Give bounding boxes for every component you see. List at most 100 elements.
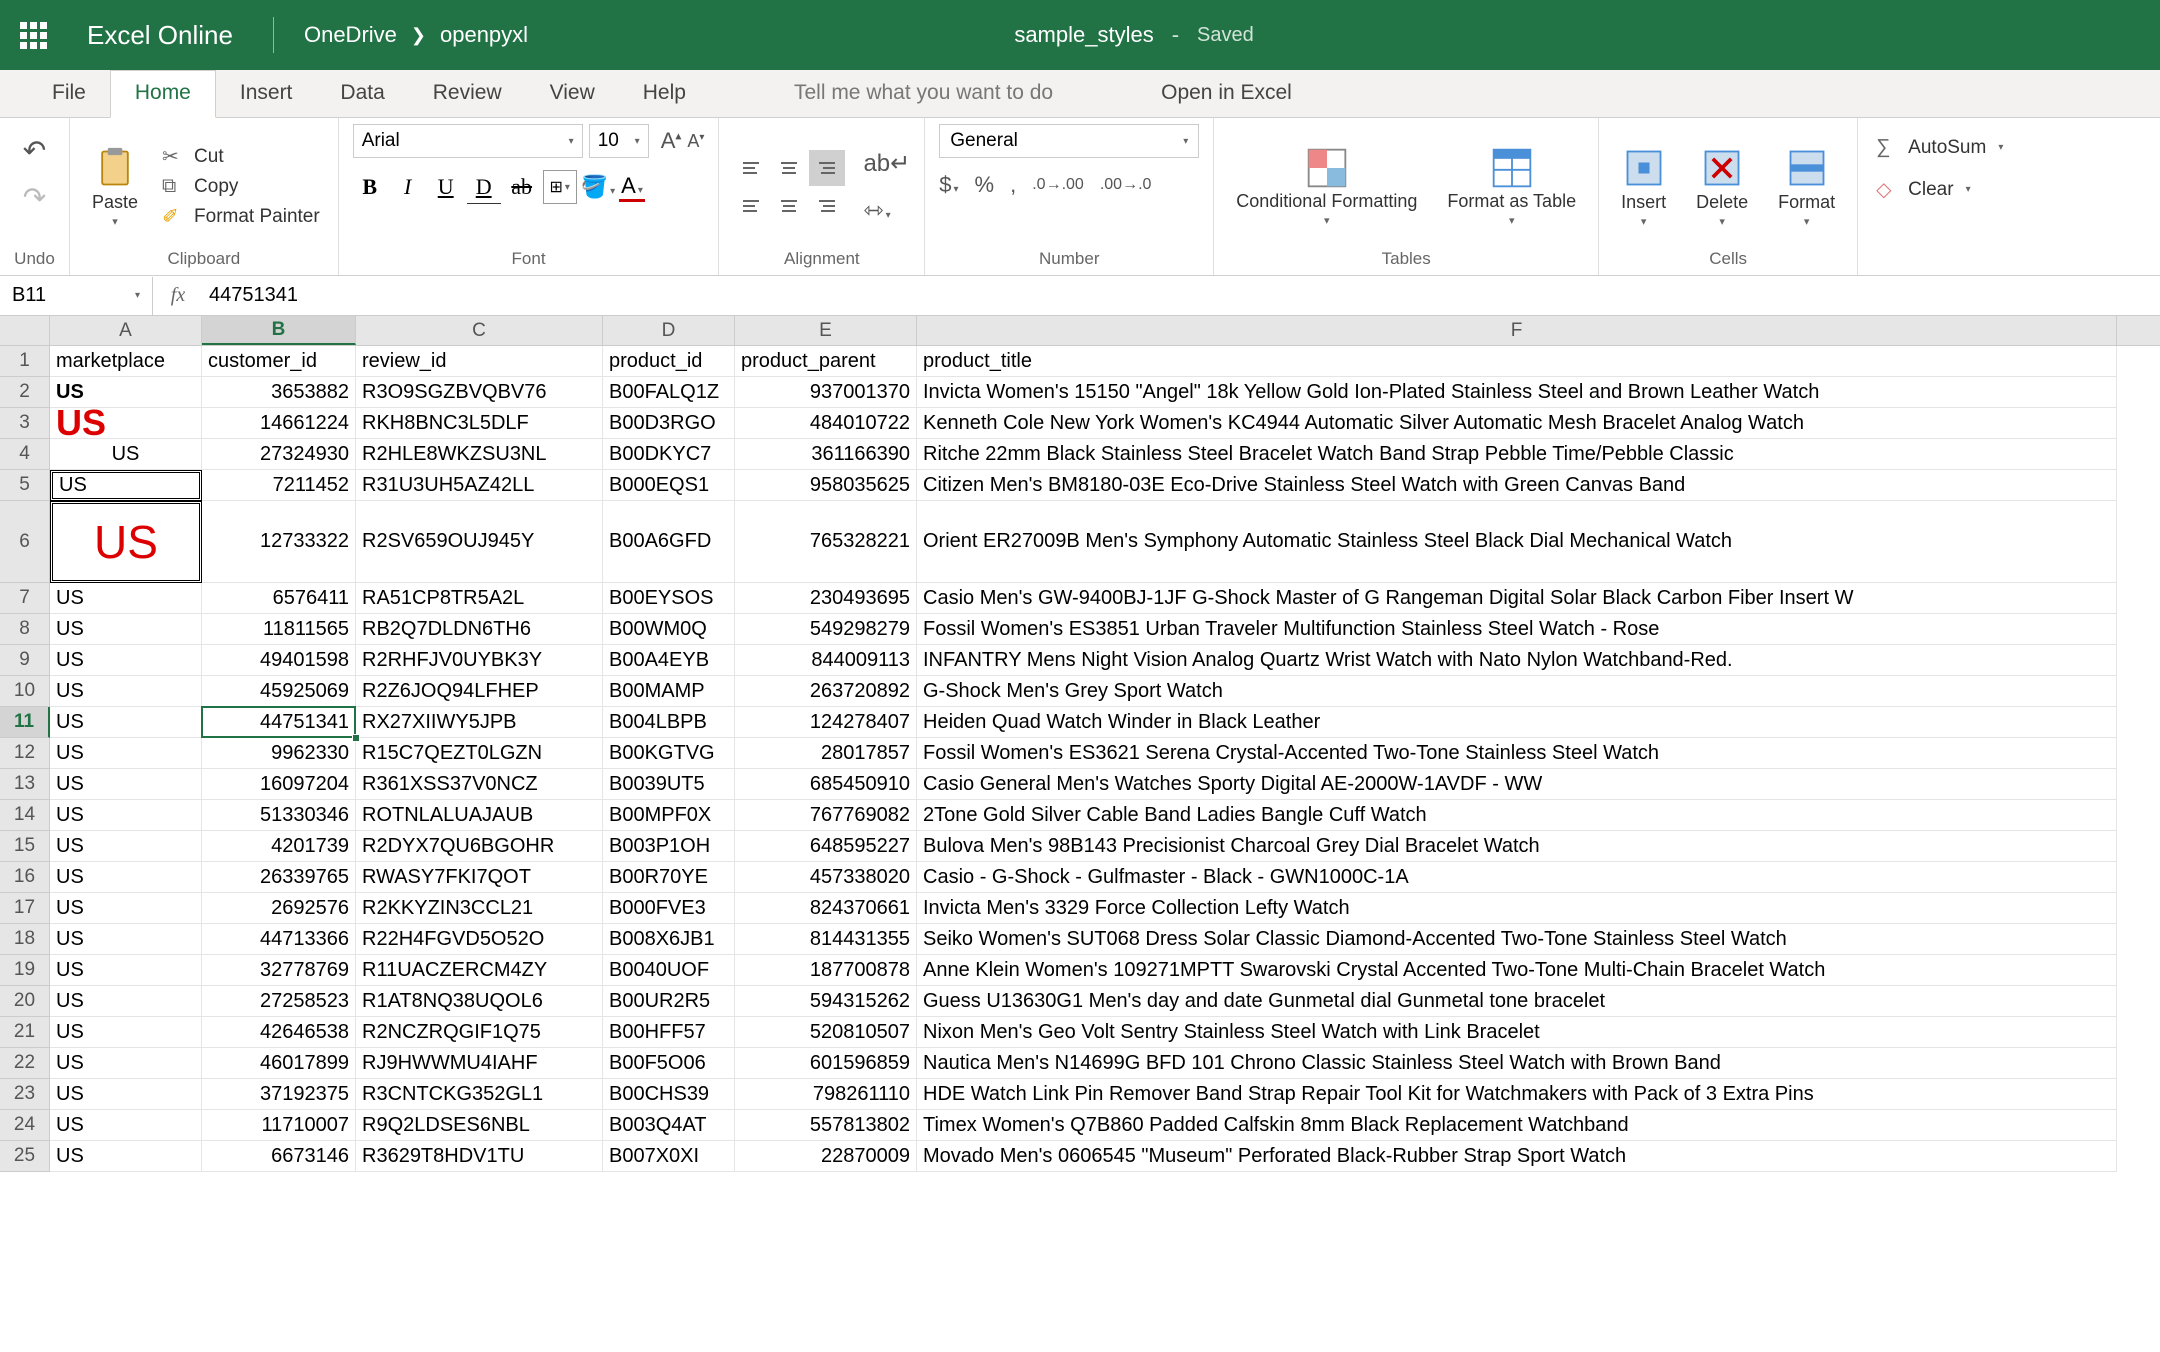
spreadsheet-grid[interactable]: ABCDEF 1marketplacecustomer_idreview_idp… <box>0 316 2160 1172</box>
cell-E21[interactable]: 520810507 <box>735 1017 917 1048</box>
cell-D16[interactable]: B00R70YE <box>603 862 735 893</box>
cell-E17[interactable]: 824370661 <box>735 893 917 924</box>
cell-C5[interactable]: R31U3UH5AZ42LL <box>356 470 603 501</box>
underline-button[interactable]: U <box>429 170 463 204</box>
cell-B21[interactable]: 42646538 <box>202 1017 356 1048</box>
cell-C2[interactable]: R3O9SGZBVQBV76 <box>356 377 603 408</box>
cell-B19[interactable]: 32778769 <box>202 955 356 986</box>
align-top-center[interactable] <box>771 150 807 186</box>
font-size-select[interactable]: 10▾ <box>589 124 649 158</box>
cell-B12[interactable]: 9962330 <box>202 738 356 769</box>
row-header-23[interactable]: 23 <box>0 1079 50 1110</box>
row-header-10[interactable]: 10 <box>0 676 50 707</box>
col-header-C[interactable]: C <box>356 316 603 345</box>
cell-D8[interactable]: B00WM0Q <box>603 614 735 645</box>
cell-E24[interactable]: 557813802 <box>735 1110 917 1141</box>
cell-D19[interactable]: B0040UOF <box>603 955 735 986</box>
currency-button[interactable]: $▾ <box>939 172 958 198</box>
tab-data[interactable]: Data <box>316 71 408 117</box>
cell-E18[interactable]: 814431355 <box>735 924 917 955</box>
row-header-1[interactable]: 1 <box>0 346 50 377</box>
cell-E10[interactable]: 263720892 <box>735 676 917 707</box>
decrease-decimal-button[interactable]: .00→.0 <box>1100 176 1152 194</box>
align-bottom-left[interactable] <box>733 188 769 224</box>
percent-button[interactable]: % <box>975 172 995 198</box>
cell-F12[interactable]: Fossil Women's ES3621 Serena Crystal-Acc… <box>917 738 2117 769</box>
cell-C24[interactable]: R9Q2LDSES6NBL <box>356 1110 603 1141</box>
cell-A15[interactable]: US <box>50 831 202 862</box>
cell-C23[interactable]: R3CNTCKG352GL1 <box>356 1079 603 1110</box>
cell-A12[interactable]: US <box>50 738 202 769</box>
cell-C7[interactable]: RA51CP8TR5A2L <box>356 583 603 614</box>
wrap-text-button[interactable]: ab↵ <box>863 149 910 178</box>
decrease-font-button[interactable]: A▾ <box>687 131 704 152</box>
cell-E23[interactable]: 798261110 <box>735 1079 917 1110</box>
redo-button[interactable]: ↷ <box>23 181 46 214</box>
cell-F1[interactable]: product_title <box>917 346 2117 377</box>
cell-F15[interactable]: Bulova Men's 98B143 Precisionist Charcoa… <box>917 831 2117 862</box>
fx-icon[interactable]: fx <box>153 284 203 307</box>
cell-F8[interactable]: Fossil Women's ES3851 Urban Traveler Mul… <box>917 614 2117 645</box>
cell-C20[interactable]: R1AT8NQ38UQOL6 <box>356 986 603 1017</box>
cell-B18[interactable]: 44713366 <box>202 924 356 955</box>
cell-D7[interactable]: B00EYSOS <box>603 583 735 614</box>
open-in-excel[interactable]: Open in Excel <box>1137 71 1316 117</box>
col-header-E[interactable]: E <box>735 316 917 345</box>
font-color-button[interactable]: A▾ <box>619 173 645 202</box>
cell-D11[interactable]: B004LBPB <box>603 707 735 738</box>
row-header-24[interactable]: 24 <box>0 1110 50 1141</box>
row-header-19[interactable]: 19 <box>0 955 50 986</box>
cell-D13[interactable]: B0039UT5 <box>603 769 735 800</box>
cell-A3[interactable]: US <box>50 408 202 439</box>
cell-A18[interactable]: US <box>50 924 202 955</box>
cell-F18[interactable]: Seiko Women's SUT068 Dress Solar Classic… <box>917 924 2117 955</box>
cell-E14[interactable]: 767769082 <box>735 800 917 831</box>
tab-insert[interactable]: Insert <box>216 71 317 117</box>
name-box[interactable]: B11▾ <box>0 277 153 315</box>
paste-button[interactable]: Paste ▾ <box>84 142 146 232</box>
row-header-9[interactable]: 9 <box>0 645 50 676</box>
cell-E22[interactable]: 601596859 <box>735 1048 917 1079</box>
cell-E19[interactable]: 187700878 <box>735 955 917 986</box>
cell-D1[interactable]: product_id <box>603 346 735 377</box>
cell-B16[interactable]: 26339765 <box>202 862 356 893</box>
autosum-button[interactable]: ∑AutoSum▾ <box>1872 134 2007 161</box>
cell-B22[interactable]: 46017899 <box>202 1048 356 1079</box>
cell-D5[interactable]: B000EQS1 <box>603 470 735 501</box>
cell-B23[interactable]: 37192375 <box>202 1079 356 1110</box>
cell-C4[interactable]: R2HLE8WKZSU3NL <box>356 439 603 470</box>
cell-E7[interactable]: 230493695 <box>735 583 917 614</box>
cell-E13[interactable]: 685450910 <box>735 769 917 800</box>
cell-A20[interactable]: US <box>50 986 202 1017</box>
cell-E8[interactable]: 549298279 <box>735 614 917 645</box>
cell-E4[interactable]: 361166390 <box>735 439 917 470</box>
cell-E9[interactable]: 844009113 <box>735 645 917 676</box>
cell-A8[interactable]: US <box>50 614 202 645</box>
cell-B24[interactable]: 11710007 <box>202 1110 356 1141</box>
cell-D21[interactable]: B00HFF57 <box>603 1017 735 1048</box>
row-header-11[interactable]: 11 <box>0 707 50 738</box>
format-painter-button[interactable]: ✐Format Painter <box>158 202 324 231</box>
align-bottom-right[interactable] <box>809 188 845 224</box>
cell-C15[interactable]: R2DYX7QU6BGOHR <box>356 831 603 862</box>
row-header-25[interactable]: 25 <box>0 1141 50 1172</box>
cell-F22[interactable]: Nautica Men's N14699G BFD 101 Chrono Cla… <box>917 1048 2117 1079</box>
cell-D15[interactable]: B003P1OH <box>603 831 735 862</box>
row-header-7[interactable]: 7 <box>0 583 50 614</box>
align-top-right[interactable] <box>809 150 845 186</box>
cell-A7[interactable]: US <box>50 583 202 614</box>
cell-C1[interactable]: review_id <box>356 346 603 377</box>
double-underline-button[interactable]: D <box>467 170 501 204</box>
cell-A11[interactable]: US <box>50 707 202 738</box>
breadcrumb-root[interactable]: OneDrive <box>304 22 397 48</box>
selection-fill-handle[interactable] <box>352 734 360 742</box>
cell-E12[interactable]: 28017857 <box>735 738 917 769</box>
cell-B1[interactable]: customer_id <box>202 346 356 377</box>
cell-D6[interactable]: B00A6GFD <box>603 501 735 583</box>
cell-C6[interactable]: R2SV659OUJ945Y <box>356 501 603 583</box>
delete-cells-button[interactable]: Delete▾ <box>1688 142 1756 232</box>
cell-F16[interactable]: Casio - G-Shock - Gulfmaster - Black - G… <box>917 862 2117 893</box>
cut-button[interactable]: ✂Cut <box>158 142 324 171</box>
bold-button[interactable]: B <box>353 170 387 204</box>
cell-C25[interactable]: R3629T8HDV1TU <box>356 1141 603 1172</box>
